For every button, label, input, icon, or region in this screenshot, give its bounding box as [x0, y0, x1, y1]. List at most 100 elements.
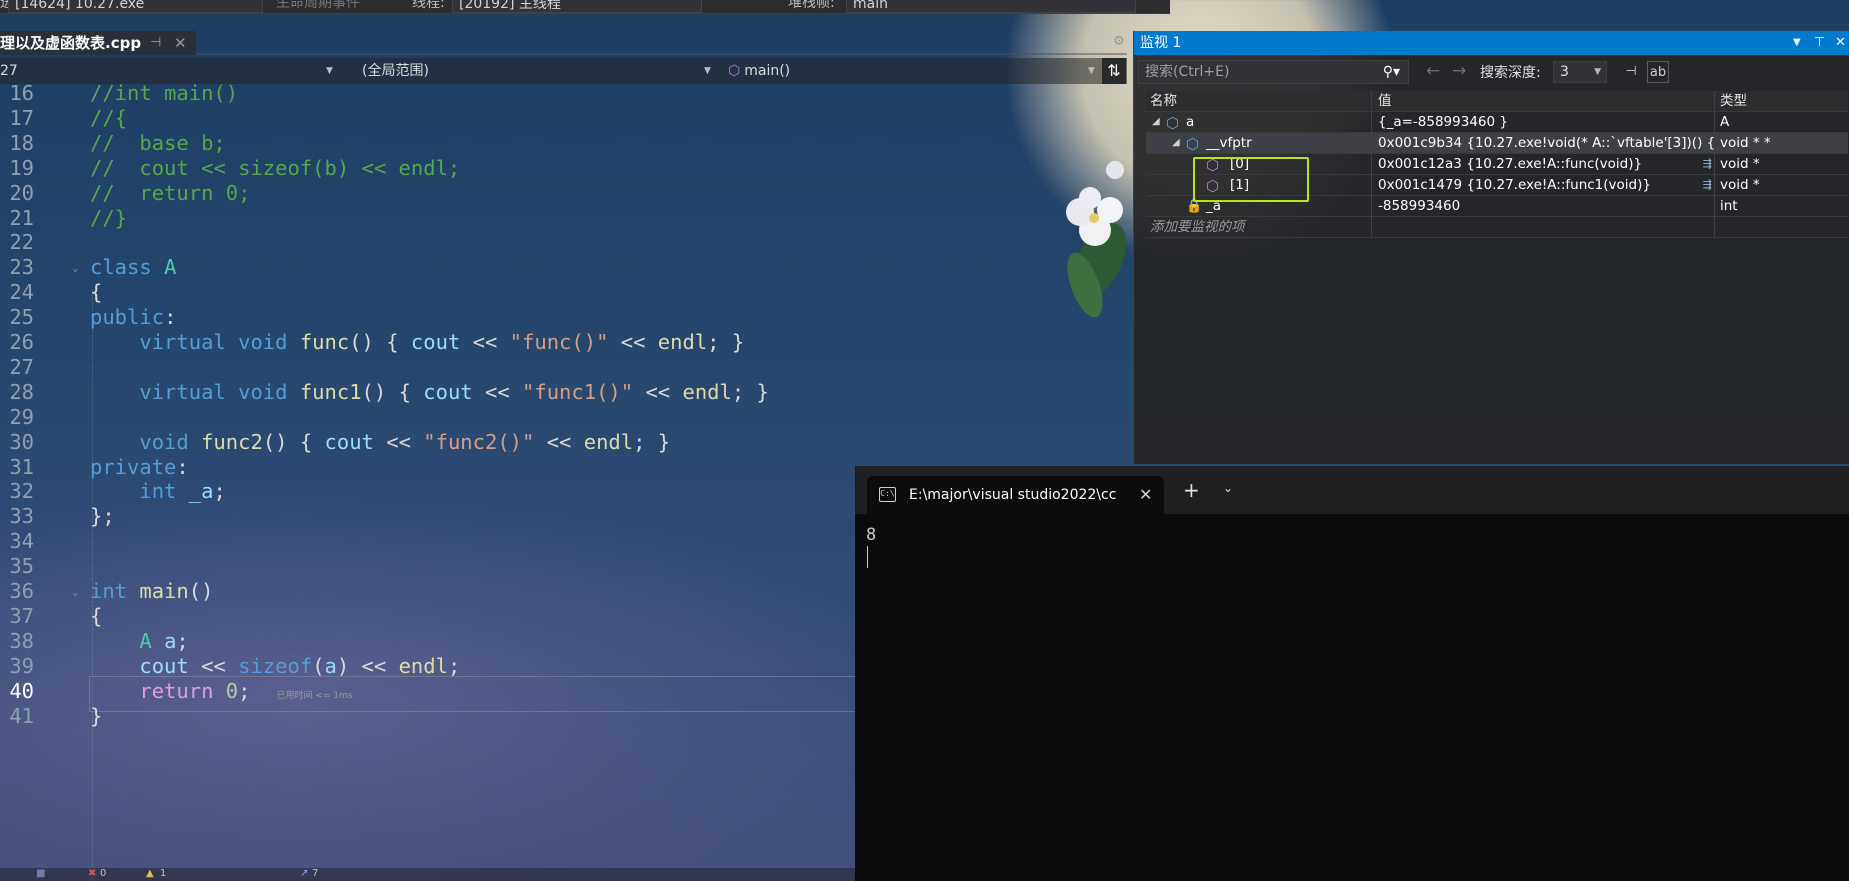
- close-icon[interactable]: ✕: [174, 31, 187, 55]
- code-token: ;: [176, 628, 189, 653]
- code-token: ;: [238, 678, 251, 703]
- method-cube-icon: ⬡: [728, 63, 741, 79]
- new-tab-plus-icon[interactable]: +: [1183, 478, 1200, 502]
- error-icon[interactable]: ✖: [88, 868, 96, 879]
- watch-type: int: [1720, 198, 1738, 214]
- thread-combo[interactable]: [20192] 主线程: [452, 0, 702, 13]
- code-token: ; }: [731, 379, 769, 404]
- gear-icon[interactable]: ⚙: [1113, 34, 1125, 49]
- add-watch-row[interactable]: 添加要监视的项: [1146, 217, 1848, 238]
- column-header-type[interactable]: 类型: [1716, 91, 1848, 112]
- code-token: // base b;: [90, 130, 226, 155]
- document-tab[interactable]: 理以及虚函数表.cpp ⊣ ✕: [0, 31, 196, 55]
- code-token: ; }: [707, 330, 745, 354]
- code-token: ; }: [633, 429, 671, 454]
- watch-value[interactable]: {_a=-858993460 }: [1373, 112, 1715, 133]
- code-token: A: [164, 255, 177, 280]
- code-token: // return 0;: [90, 180, 251, 205]
- code-token: <<: [608, 330, 658, 354]
- column-header-value[interactable]: 值: [1373, 91, 1715, 112]
- watch-type: void *: [1720, 177, 1760, 193]
- forward-arrow-icon[interactable]: →: [1452, 61, 1466, 81]
- code-token: <<: [633, 379, 683, 404]
- code-token: ;: [447, 653, 461, 678]
- back-arrow-icon[interactable]: ←: [1426, 61, 1440, 81]
- empty-type-cell: [1716, 217, 1848, 238]
- code-token: endl: [682, 379, 732, 404]
- visualizer-icon[interactable]: ⇶: [1703, 175, 1712, 195]
- code-token: "func2()": [423, 429, 535, 454]
- code-token: return: [90, 678, 226, 703]
- expanded-arrow-icon[interactable]: ◢: [1152, 112, 1160, 132]
- search-icon[interactable]: ⚲▾: [1383, 61, 1400, 83]
- terminal-window[interactable]: C:\ E:\major\visual studio2022\cc ✕ + ⌄ …: [855, 466, 1849, 881]
- code-token: (: [312, 653, 325, 678]
- pin-watch-icon[interactable]: ⊣: [1620, 61, 1642, 83]
- code-token: () {: [262, 429, 325, 454]
- terminal-tab-bar: C:\ E:\major\visual studio2022\cc ✕ + ⌄: [855, 466, 1849, 514]
- chevron-down-icon[interactable]: ⌄: [1223, 481, 1233, 495]
- lifecycle-events-label[interactable]: 生命周期事件: [276, 0, 360, 10]
- nav-icon[interactable]: ↗: [300, 868, 308, 879]
- terminal-output: 8: [866, 525, 877, 545]
- perf-tip-hint[interactable]: 已用时间 <= 1ms: [276, 691, 352, 701]
- pin-icon[interactable]: ⊣: [150, 31, 161, 55]
- warning-icon[interactable]: ▲: [146, 868, 154, 879]
- stack-frame-combo[interactable]: main: [846, 0, 1136, 13]
- terminal-tab-title: E:\major\visual studio2022\cc: [909, 487, 1117, 503]
- watch-value: 0x001c1479 {10.27.exe!A::func1(void)}: [1378, 177, 1651, 193]
- code-token: a: [324, 653, 337, 678]
- code-token: {: [90, 280, 103, 305]
- watch-title-bar: 监视 1 ▼ ⊤ ✕: [1134, 31, 1849, 55]
- visualizer-icon[interactable]: ⇶: [1703, 154, 1712, 174]
- code-token: virtual void: [90, 379, 300, 404]
- watch-search-input[interactable]: 搜索(Ctrl+E) ⚲▾: [1138, 60, 1409, 84]
- status-icon: ■: [36, 868, 46, 879]
- code-token: _a: [188, 479, 214, 504]
- watch-row[interactable]: ◢ ⬡ __vfptr 0x001c9b34 {10.27.exe!void(*…: [1146, 133, 1848, 154]
- highlight-annotation-box: [1193, 157, 1309, 202]
- thread-label: 线程:: [412, 0, 445, 11]
- column-header-name[interactable]: 名称: [1146, 91, 1372, 112]
- document-tab-bar: 理以及虚函数表.cpp ⊣ ✕ ▼ ⚙: [0, 31, 1127, 55]
- code-token: <<: [460, 330, 510, 354]
- close-icon[interactable]: ✕: [1139, 476, 1152, 514]
- search-depth-select[interactable]: 3 ▼: [1553, 61, 1607, 83]
- process-combo[interactable]: [14624] 10.27.exe: [8, 0, 263, 13]
- watch-type: void * *: [1720, 135, 1771, 151]
- code-token: <<: [534, 429, 584, 454]
- code-token: }: [90, 703, 103, 728]
- terminal-tab[interactable]: C:\ E:\major\visual studio2022\cc ✕: [867, 476, 1164, 514]
- code-token: cout: [324, 429, 374, 454]
- watch-value[interactable]: -858993460: [1373, 196, 1715, 217]
- close-icon[interactable]: ✕: [1835, 31, 1846, 55]
- code-token: // cout << sizeof(b) << endl;: [90, 155, 461, 180]
- code-token: A: [90, 628, 165, 653]
- chevron-down-icon[interactable]: ▼: [1088, 36, 1096, 49]
- code-token: void: [90, 429, 202, 454]
- watch-value[interactable]: 0x001c9b34 {10.27.exe!void(* A::`vftable…: [1373, 133, 1715, 154]
- error-list-status: ■ ✖ 0 ▲ 1 ↗ 7: [0, 868, 880, 881]
- code-token: endl: [657, 330, 708, 354]
- chevron-down-icon[interactable]: ▼: [1793, 31, 1801, 55]
- field-cube-icon: ⬡: [1186, 135, 1200, 153]
- hex-display-icon[interactable]: ab: [1647, 61, 1669, 83]
- watch-value-cell[interactable]: 0x001c12a3 {10.27.exe!A::func(void)} ⇶: [1373, 154, 1715, 175]
- code-token: int: [90, 579, 140, 603]
- code-token: //}: [90, 205, 128, 230]
- watch-row[interactable]: ◢ ⬡ a {_a=-858993460 } A: [1146, 112, 1848, 133]
- add-watch-placeholder[interactable]: 添加要监视的项: [1146, 217, 1372, 238]
- pin-icon[interactable]: ⊤: [1814, 31, 1825, 55]
- code-token: };: [90, 504, 115, 529]
- line-number: 41: [9, 703, 34, 728]
- watch-toolbar: 搜索(Ctrl+E) ⚲▾ ← → 搜索深度: 3 ▼ ⊣ ab: [1134, 58, 1849, 88]
- chevron-down-icon: ▼: [1594, 67, 1601, 77]
- watch-row-name-cell: ◢ ⬡ __vfptr: [1146, 133, 1372, 154]
- expanded-arrow-icon[interactable]: ◢: [1172, 133, 1180, 153]
- code-token: ) <<: [336, 653, 399, 678]
- search-depth-value: 3: [1560, 64, 1569, 80]
- code-token: <<: [188, 653, 239, 678]
- watch-title: 监视 1: [1140, 35, 1182, 51]
- flower-decoration: [1066, 161, 1127, 318]
- watch-value-cell[interactable]: 0x001c1479 {10.27.exe!A::func1(void)} ⇶: [1373, 175, 1715, 196]
